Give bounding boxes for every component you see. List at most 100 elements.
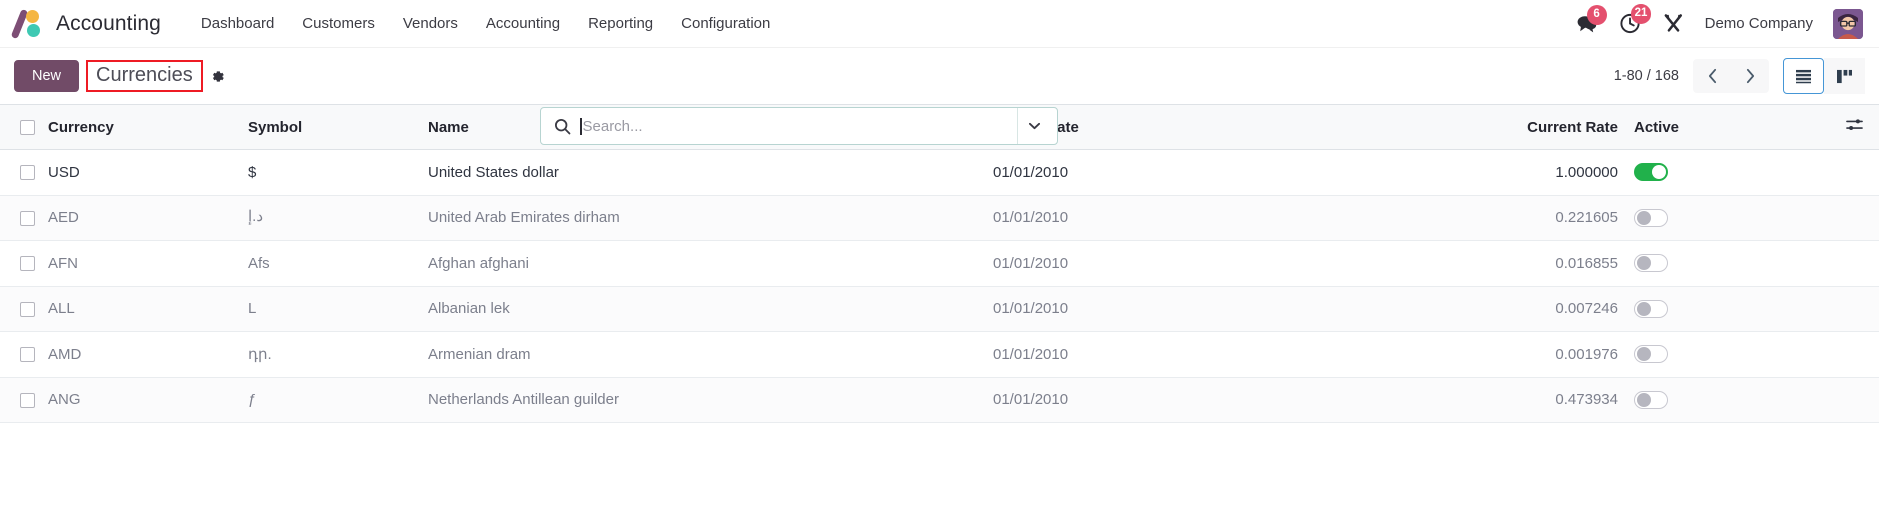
search-icon	[554, 118, 571, 135]
column-header-currency[interactable]: Currency	[48, 105, 248, 150]
pager-range: 1-80 / 168	[1613, 68, 1679, 84]
table-row[interactable]: USD $ United States dollar 01/01/2010 1.…	[0, 149, 1879, 196]
cell-spacer	[1793, 195, 1879, 241]
menu-item-dashboard[interactable]: Dashboard	[187, 9, 288, 38]
select-all-header	[0, 105, 48, 150]
row-checkbox[interactable]	[20, 256, 35, 272]
search-box[interactable]	[540, 107, 1058, 145]
cell-last-update: 01/01/2010	[993, 345, 1069, 363]
row-checkbox[interactable]	[20, 392, 35, 408]
odoo-logo-icon[interactable]	[10, 8, 44, 39]
menu-item-reporting[interactable]: Reporting	[574, 9, 667, 38]
cell-active	[1628, 241, 1793, 287]
gear-icon[interactable]	[209, 68, 226, 85]
table-row[interactable]: ALL L Albanian lek 01/01/2010 0.007246	[0, 286, 1879, 332]
active-toggle[interactable]	[1634, 345, 1668, 364]
cell-last-update: 01/01/2010	[993, 209, 1069, 227]
active-toggle[interactable]	[1634, 163, 1668, 182]
cell-last-update: 01/01/2010	[993, 300, 1069, 318]
top-navbar: Accounting Dashboard Customers Vendors A…	[0, 0, 1879, 48]
row-select-cell	[0, 241, 48, 287]
active-toggle[interactable]	[1634, 254, 1668, 273]
messages-icon[interactable]: 6	[1575, 4, 1607, 35]
cell-symbol: د.إ	[248, 207, 264, 225]
cell-spacer	[1793, 241, 1879, 287]
row-checkbox[interactable]	[20, 301, 35, 317]
active-toggle[interactable]	[1634, 208, 1668, 227]
app-name: Accounting	[56, 11, 161, 35]
cell-currency: ANG	[48, 391, 81, 409]
column-options-header	[1793, 105, 1879, 150]
cell-spacer	[1793, 332, 1879, 378]
cell-currency: AMD	[48, 345, 82, 363]
company-switcher[interactable]: Demo Company	[1705, 15, 1813, 32]
cell-active	[1628, 150, 1793, 196]
search-dropdown-toggle[interactable]	[1017, 108, 1051, 144]
cell-name: Albanian lek	[428, 300, 510, 318]
cell-active	[1628, 286, 1793, 332]
activities-count-badge: 21	[1630, 4, 1652, 24]
cell-spacer	[1793, 377, 1879, 423]
pager-previous-button[interactable]	[1693, 59, 1731, 93]
control-panel-right: 1-80 / 168	[1614, 58, 1865, 94]
table-row[interactable]: AED د.إ United Arab Emirates dirham 01/0…	[0, 195, 1879, 241]
column-header-symbol[interactable]: Symbol	[248, 105, 428, 150]
row-checkbox[interactable]	[20, 210, 35, 226]
table-row[interactable]: ANG ƒ Netherlands Antillean guilder 01/0…	[0, 377, 1879, 423]
row-checkbox[interactable]	[20, 165, 35, 181]
cell-currency: AFN	[48, 254, 78, 272]
cell-symbol: դր.	[248, 346, 272, 364]
cell-active	[1628, 377, 1793, 423]
new-button[interactable]: New	[14, 60, 80, 92]
list-view-icon[interactable]	[1783, 58, 1824, 94]
cell-last-update: 01/01/2010	[993, 391, 1069, 409]
menu-item-vendors[interactable]: Vendors	[389, 9, 472, 38]
cell-current-rate: 0.007246	[1555, 300, 1618, 318]
kanban-view-icon[interactable]	[1824, 58, 1865, 94]
user-avatar-icon[interactable]	[1833, 8, 1863, 39]
row-select-cell	[0, 377, 48, 423]
table-row[interactable]: AFN Afs Afghan afghani 01/01/2010 0.0168…	[0, 240, 1879, 287]
breadcrumb-highlight: Currencies	[86, 60, 203, 92]
cell-name: Netherlands Antillean guilder	[428, 391, 619, 409]
column-options-icon[interactable]	[1846, 117, 1863, 133]
control-panel: New Currencies 1-80 / 168	[0, 48, 1879, 145]
main-menu: Dashboard Customers Vendors Accounting R…	[187, 9, 784, 38]
clock-activities-icon[interactable]: 21	[1619, 4, 1652, 35]
select-all-checkbox[interactable]	[20, 120, 35, 136]
row-select-cell	[0, 286, 48, 332]
table-row[interactable]: AMD դր. Armenian dram 01/01/2010 0.00197…	[0, 331, 1879, 378]
cell-spacer	[1793, 286, 1879, 332]
cell-name: Armenian dram	[428, 345, 531, 363]
menu-item-accounting[interactable]: Accounting	[472, 9, 574, 38]
cell-active	[1628, 195, 1793, 241]
cell-currency: AED	[48, 209, 79, 227]
cell-symbol: ƒ	[248, 391, 257, 409]
wrench-screwdriver-icon[interactable]	[1662, 12, 1685, 35]
cell-current-rate: 0.473934	[1555, 391, 1618, 409]
menu-item-customers[interactable]: Customers	[288, 9, 389, 38]
active-toggle[interactable]	[1634, 299, 1668, 318]
search-input[interactable]	[581, 117, 1017, 135]
cell-current-rate: 1.000000	[1555, 163, 1618, 181]
pager-next-button[interactable]	[1731, 59, 1769, 93]
active-toggle[interactable]	[1634, 390, 1668, 409]
cell-symbol: Afs	[248, 254, 270, 272]
table-body: USD $ United States dollar 01/01/2010 1.…	[0, 149, 1879, 423]
navbar-right-group: 6 21 Demo Company	[1575, 4, 1865, 39]
cell-name: United States dollar	[428, 163, 559, 181]
row-select-cell	[0, 150, 48, 196]
cell-name: Afghan afghani	[428, 254, 529, 272]
cell-spacer	[1793, 150, 1879, 196]
row-checkbox[interactable]	[20, 347, 35, 363]
cell-currency: ALL	[48, 300, 75, 318]
breadcrumb[interactable]: Currencies	[96, 64, 193, 86]
cell-last-update: 01/01/2010	[993, 163, 1069, 181]
cell-symbol: L	[248, 300, 257, 318]
column-header-active[interactable]: Active	[1628, 105, 1793, 150]
menu-item-configuration[interactable]: Configuration	[667, 9, 784, 38]
cell-symbol: $	[248, 163, 257, 181]
cell-active	[1628, 332, 1793, 378]
cell-current-rate: 0.016855	[1555, 254, 1618, 272]
column-header-current-rate[interactable]: Current Rate	[1283, 105, 1628, 150]
